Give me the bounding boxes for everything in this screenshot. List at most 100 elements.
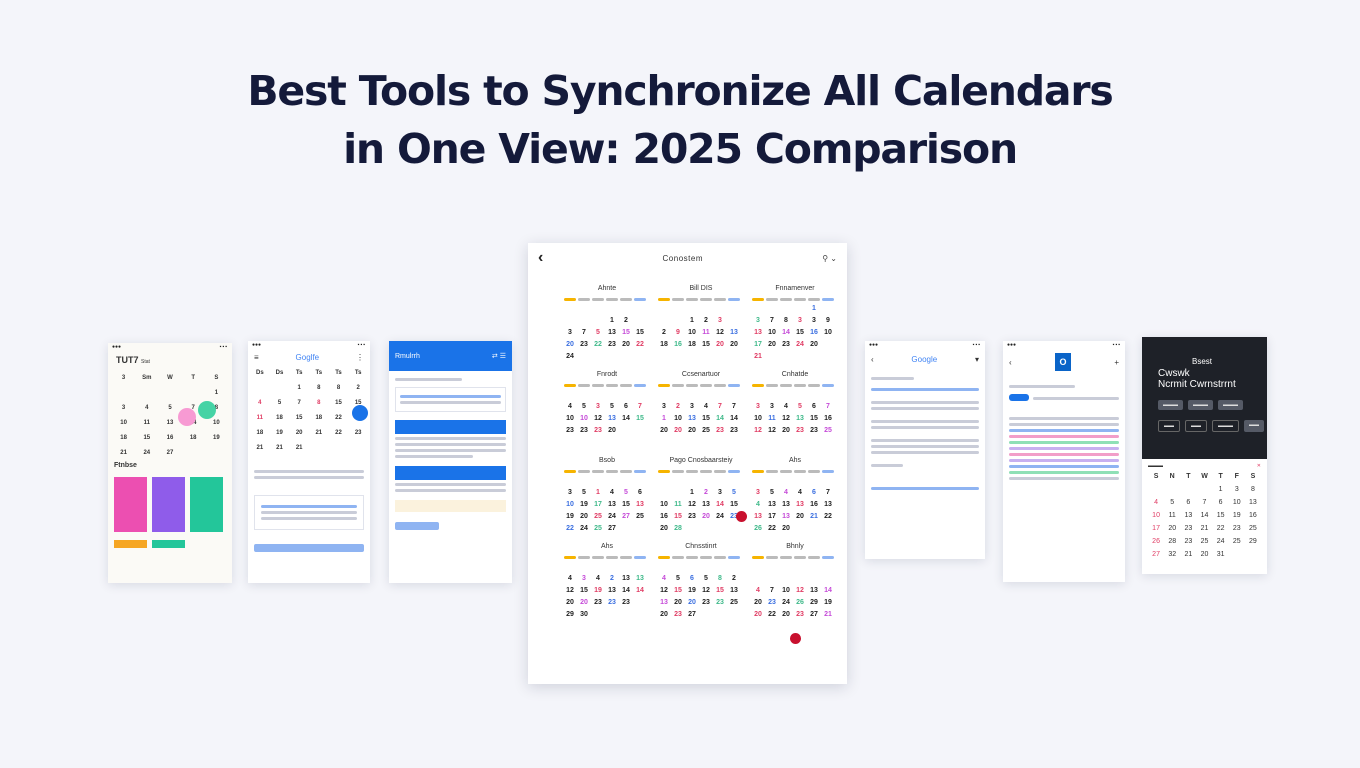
day-cell[interactable]: 20 bbox=[578, 512, 590, 521]
day-cell[interactable]: 24 bbox=[564, 352, 576, 361]
day-cell[interactable]: 13 bbox=[606, 586, 618, 595]
day-cell[interactable]: 2 bbox=[700, 316, 712, 325]
day-cell[interactable]: 24 bbox=[606, 512, 618, 521]
day-cell[interactable]: 13 bbox=[766, 500, 778, 509]
day-cell[interactable]: 1 bbox=[686, 316, 698, 325]
day-cell[interactable]: 24 bbox=[1213, 538, 1229, 545]
day-cell[interactable]: 3 bbox=[714, 316, 726, 325]
day-cell[interactable]: 20 bbox=[808, 340, 820, 349]
day-cell[interactable]: 24 bbox=[714, 512, 726, 521]
day-cell[interactable]: 6 bbox=[808, 488, 820, 497]
day-cell[interactable]: 4 bbox=[752, 586, 764, 595]
day-cell[interactable]: 21 bbox=[752, 352, 764, 361]
day-cell[interactable]: 5 bbox=[620, 488, 632, 497]
day-cell[interactable]: 1 bbox=[686, 488, 698, 497]
day-cell[interactable]: 32 bbox=[1164, 551, 1180, 558]
day-cell[interactable]: 6 bbox=[686, 574, 698, 583]
day-cell[interactable]: 13 bbox=[1245, 499, 1261, 506]
day-cell[interactable]: 13 bbox=[686, 414, 698, 423]
day-cell[interactable]: 2 bbox=[620, 316, 632, 325]
day-cell[interactable]: 1 bbox=[606, 316, 618, 325]
day-cell[interactable]: 10 bbox=[822, 328, 834, 337]
day-cell[interactable]: 25 bbox=[1229, 538, 1245, 545]
day-cell[interactable]: 4 bbox=[592, 574, 604, 583]
back-icon[interactable]: ‹ bbox=[538, 249, 543, 267]
day-cell[interactable]: 12 bbox=[766, 426, 778, 435]
day-cell[interactable]: 21 bbox=[1180, 551, 1196, 558]
day-cell[interactable]: 20 bbox=[766, 340, 778, 349]
day-cell[interactable]: 8 bbox=[780, 316, 792, 325]
day-cell[interactable]: 22 bbox=[766, 524, 778, 533]
day-cell[interactable]: 27 bbox=[606, 524, 618, 533]
day-cell[interactable]: 23 bbox=[700, 598, 712, 607]
day-cell[interactable]: 20 bbox=[658, 524, 670, 533]
day-cell[interactable]: 28 bbox=[672, 524, 684, 533]
day-cell[interactable]: 20 bbox=[1164, 525, 1180, 532]
day-cell[interactable]: 18 bbox=[658, 340, 670, 349]
day-cell[interactable]: 15 bbox=[620, 328, 632, 337]
day-cell[interactable]: 3 bbox=[752, 402, 764, 411]
day-cell[interactable]: 25 bbox=[728, 598, 740, 607]
share-icon[interactable]: ⇄ ☰ bbox=[492, 352, 506, 360]
day-cell[interactable]: 27 bbox=[620, 512, 632, 521]
day-cell[interactable]: 22 bbox=[1213, 525, 1229, 532]
day-cell[interactable]: 11 bbox=[766, 414, 778, 423]
day-cell[interactable]: 5 bbox=[794, 402, 806, 411]
day-cell[interactable]: 20 bbox=[752, 610, 764, 619]
day-cell[interactable]: 14 bbox=[1196, 512, 1212, 519]
day-cell[interactable]: 13 bbox=[728, 586, 740, 595]
day-cell[interactable]: 5 bbox=[728, 488, 740, 497]
day-cell[interactable]: 4 bbox=[564, 402, 576, 411]
day-cell[interactable]: 27 bbox=[686, 610, 698, 619]
day-cell[interactable]: 15 bbox=[728, 500, 740, 509]
day-cell[interactable]: 4 bbox=[658, 574, 670, 583]
day-cell[interactable]: 4 bbox=[752, 500, 764, 509]
day-cell[interactable]: 20 bbox=[578, 598, 590, 607]
day-cell[interactable]: 3 bbox=[564, 488, 576, 497]
day-cell[interactable]: 23 bbox=[564, 426, 576, 435]
day-cell[interactable]: 15 bbox=[634, 414, 646, 423]
day-cell[interactable]: 9 bbox=[822, 316, 834, 325]
day-cell[interactable]: 24 bbox=[794, 340, 806, 349]
day-cell[interactable]: 10 bbox=[564, 414, 576, 423]
day-cell[interactable]: 20 bbox=[728, 340, 740, 349]
day-cell[interactable]: 6 bbox=[634, 488, 646, 497]
day-cell[interactable]: 11 bbox=[1164, 512, 1180, 519]
day-cell[interactable]: 5 bbox=[578, 488, 590, 497]
day-cell[interactable]: 23 bbox=[686, 512, 698, 521]
task-tile-purple[interactable] bbox=[152, 477, 185, 532]
day-cell[interactable]: 23 bbox=[1229, 525, 1245, 532]
add-icon[interactable]: + bbox=[1114, 358, 1119, 367]
day-cell[interactable]: 20 bbox=[686, 426, 698, 435]
app-card-2[interactable]: ●●● ▪▪▪ ≡ Goglfe ⋮ Ds Ds Ts Ts Ts Ts 1882 4578… bbox=[248, 341, 370, 583]
day-cell[interactable]: 15 bbox=[672, 586, 684, 595]
day-cell[interactable]: 25 bbox=[700, 426, 712, 435]
day-cell[interactable]: 12 bbox=[658, 586, 670, 595]
day-cell[interactable]: 5 bbox=[606, 402, 618, 411]
day-cell[interactable]: 25 bbox=[634, 512, 646, 521]
day-cell[interactable]: 17 bbox=[752, 340, 764, 349]
day-cell[interactable]: 23 bbox=[578, 426, 590, 435]
menu-icon[interactable]: ≡ bbox=[254, 353, 259, 362]
day-cell[interactable]: 14 bbox=[634, 586, 646, 595]
day-cell[interactable]: 14 bbox=[714, 500, 726, 509]
day-cell[interactable]: 13 bbox=[752, 512, 764, 521]
day-cell[interactable]: 12 bbox=[780, 414, 792, 423]
day-cell[interactable]: 17 bbox=[592, 500, 604, 509]
day-cell[interactable]: 2 bbox=[672, 402, 684, 411]
day-cell[interactable]: 12 bbox=[686, 500, 698, 509]
day-cell[interactable]: 13 bbox=[606, 500, 618, 509]
day-cell[interactable]: 9 bbox=[672, 328, 684, 337]
day-cell[interactable]: 22 bbox=[634, 340, 646, 349]
day-cell[interactable]: 16 bbox=[808, 328, 820, 337]
day-cell[interactable]: 4 bbox=[564, 574, 576, 583]
day-cell[interactable]: 1 bbox=[808, 304, 820, 313]
day-cell[interactable]: 7 bbox=[766, 316, 778, 325]
day-cell[interactable]: 10 bbox=[780, 586, 792, 595]
day-cell[interactable]: 25 bbox=[1245, 525, 1261, 532]
day-cell[interactable]: 14 bbox=[728, 414, 740, 423]
day-cell[interactable]: 20 bbox=[794, 512, 806, 521]
day-cell[interactable]: 7 bbox=[822, 402, 834, 411]
day-cell[interactable]: 7 bbox=[822, 488, 834, 497]
day-cell[interactable]: 1 bbox=[1213, 486, 1229, 493]
